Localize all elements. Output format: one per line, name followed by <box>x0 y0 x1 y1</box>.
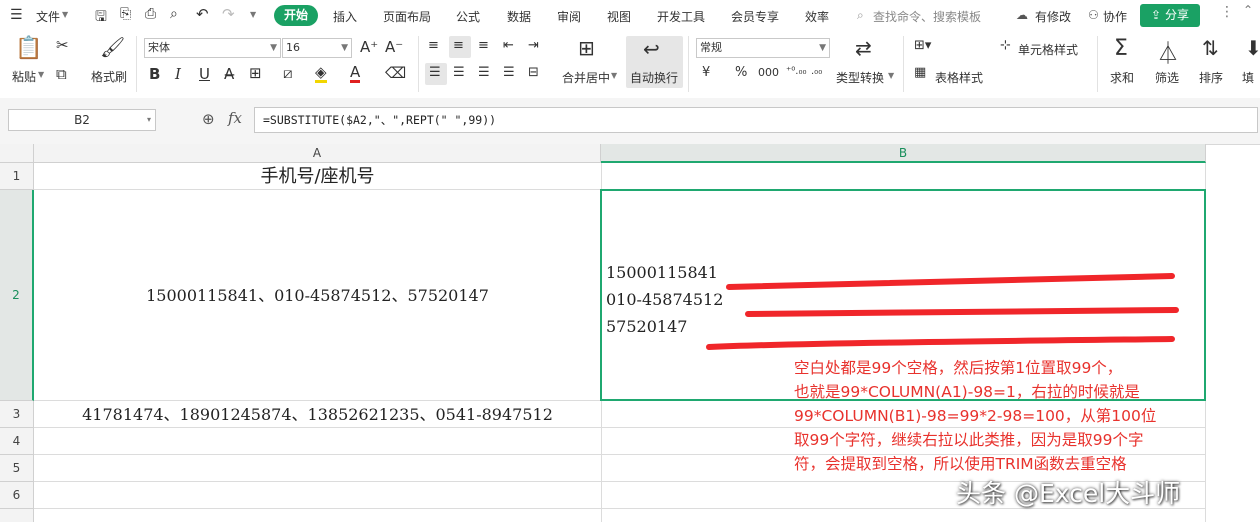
annotation-line: 也就是99*COLUMN(A1)-98=1，右拉的时候就是 <box>794 383 1140 401</box>
annotation-line: 取99个字符，继续右拉以此类推，因为是取99个字 <box>794 431 1144 449</box>
annotation-line: 99*COLUMN(B1)-98=99*2-98=100，从第100位 <box>794 407 1157 425</box>
watermark: 头条 @Excel大斗师 <box>956 479 1181 508</box>
annotation-line: 空白处都是99个空格，然后按第1位置取99个， <box>794 359 1123 377</box>
stroke-line-1 <box>726 273 1175 290</box>
stroke-line-2 <box>745 307 1179 317</box>
annotation-text: 空白处都是99个空格，然后按第1位置取99个， 也就是99*COLUMN(A1)… <box>794 356 1226 476</box>
annotation-line: 符，会提取到空格，所以使用TRIM函数去重空格 <box>794 455 1127 473</box>
stroke-line-3 <box>706 336 1175 350</box>
